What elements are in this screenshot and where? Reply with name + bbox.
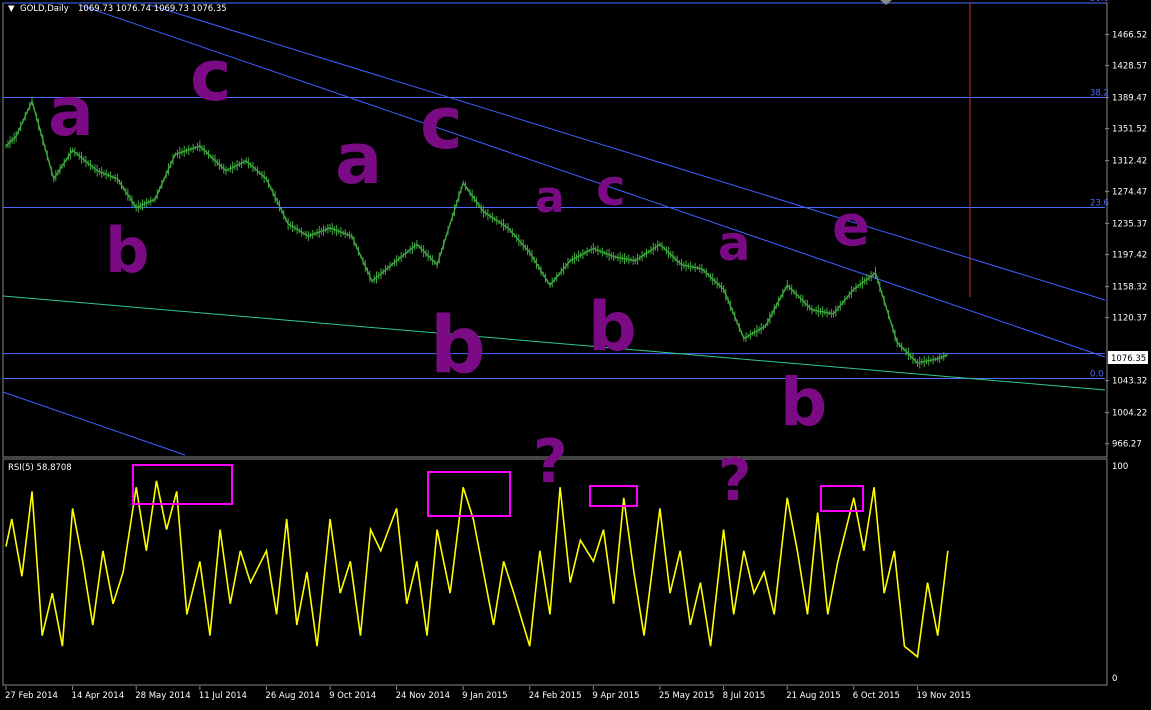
rsi-tick-label: 0: [1112, 674, 1117, 684]
time-tick-label: 8 Jul 2015: [723, 691, 766, 701]
wave-label-b4: b: [780, 364, 827, 441]
rsi-tick-label: 100: [1112, 462, 1128, 472]
current-price-label: 1076.35: [1111, 354, 1146, 364]
time-tick-label: 14 Apr 2014: [72, 691, 125, 701]
time-tick-label: 21 Aug 2015: [786, 691, 840, 701]
time-tick-label: 6 Oct 2015: [853, 691, 900, 701]
wave-label-c2: c: [420, 81, 463, 165]
time-tick-label: 25 May 2015: [659, 691, 714, 701]
time-tick-label: 24 Nov 2014: [396, 691, 450, 701]
wave-label-c3: c: [596, 159, 626, 217]
price-tick-label: 1235.37: [1112, 220, 1147, 230]
wave-label-question1: ?: [533, 427, 568, 497]
price-tick-label: 1389.47: [1112, 94, 1147, 104]
window-background: [0, 0, 1151, 710]
time-tick-label: 27 Feb 2014: [5, 691, 58, 701]
fib-label-2: 23.6: [1090, 199, 1109, 209]
price-tick-label: 1351.52: [1112, 125, 1147, 135]
price-tick-label: 1274.47: [1112, 188, 1147, 198]
current-price-tag: 1076.35: [1108, 351, 1148, 364]
chart-window: 50.038.223.60.0 1466.521428.571389.47135…: [0, 0, 1151, 710]
price-tick-label: 1120.37: [1112, 314, 1147, 324]
wave-label-a2: a: [335, 118, 382, 200]
wave-label-a1: a: [48, 73, 94, 152]
time-tick-label: 19 Nov 2015: [916, 691, 970, 701]
symbol-label: GOLD,Daily: [20, 4, 69, 14]
wave-label-question2: ?: [718, 446, 752, 514]
price-tick-label: 1158.32: [1112, 283, 1147, 293]
price-tick-label: 1312.42: [1112, 157, 1147, 167]
wave-label-b2: b: [430, 301, 486, 391]
fib-label-3: 0.0: [1090, 369, 1104, 379]
time-tick-label: 28 May 2014: [135, 691, 190, 701]
price-tick-label: 1466.52: [1112, 30, 1147, 40]
time-tick-label: 9 Oct 2014: [329, 691, 376, 701]
price-tick-label: 966.27: [1112, 440, 1142, 450]
wave-label-b1: b: [105, 214, 149, 287]
price-tick-label: 1043.32: [1112, 377, 1147, 387]
time-tick-label: 24 Feb 2015: [529, 691, 582, 701]
wave-label-a4: a: [718, 216, 750, 272]
price-tick-label: 1197.42: [1112, 251, 1147, 261]
price-tick-label: 1004.22: [1112, 409, 1147, 419]
chart-menu-arrow-icon[interactable]: ▼: [8, 4, 15, 14]
time-tick-label: 26 Aug 2014: [265, 691, 319, 701]
wave-label-c1: c: [190, 35, 232, 117]
time-tick-label: 11 Jul 2014: [199, 691, 247, 701]
time-tick-label: 9 Jan 2015: [462, 691, 508, 701]
wave-label-e: e: [832, 194, 870, 259]
price-tick-label: 1428.57: [1112, 62, 1147, 72]
rsi-header: RSI(5) 58.8708: [8, 463, 72, 473]
wave-label-b3: b: [588, 288, 637, 367]
ohlc-values: 1069.73 1076.74 1069.73 1076.35: [78, 4, 227, 14]
fib-label-0: 50.0: [1090, 0, 1109, 4]
time-tick-label: 9 Apr 2015: [592, 691, 639, 701]
wave-label-a3: a: [535, 172, 565, 223]
